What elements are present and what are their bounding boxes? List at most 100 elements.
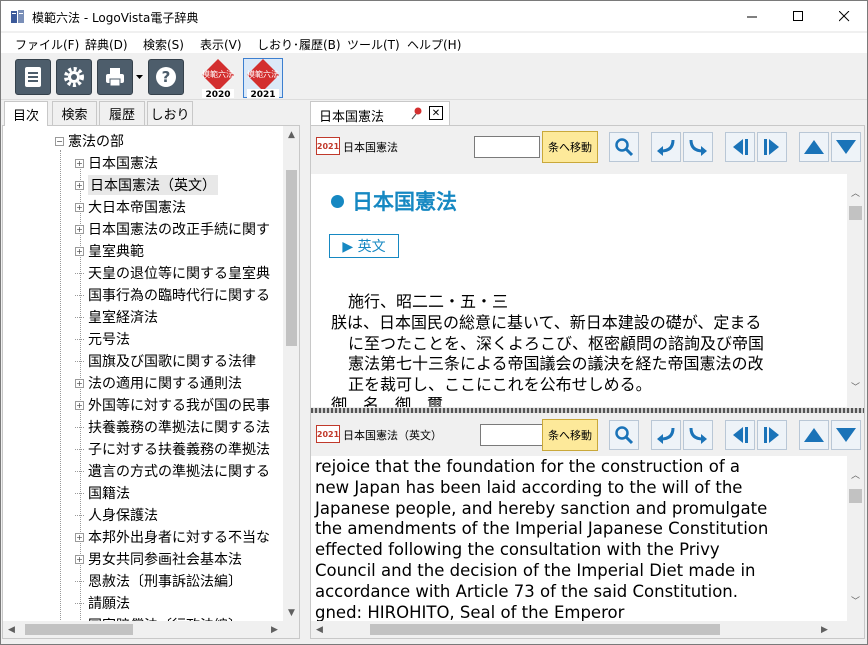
close-button[interactable] — [821, 1, 867, 31]
pane1-article-input[interactable] — [474, 136, 540, 158]
maximize-icon — [792, 10, 803, 21]
tree-item[interactable]: 扶養義務の準拠法に関する法 — [75, 416, 270, 438]
tree-item[interactable]: 子に対する扶養義務の準拠法 — [75, 438, 270, 460]
pane2-forward-button[interactable] — [683, 420, 713, 450]
maximize-button[interactable] — [775, 1, 821, 31]
scroll-thumb[interactable] — [849, 489, 862, 503]
pane2-vertical-scrollbar[interactable]: ︿ ﹀ — [847, 456, 864, 621]
tree-item[interactable]: + 法の適用に関する通則法 — [75, 372, 242, 394]
scroll-thumb[interactable] — [286, 170, 297, 346]
tree-item[interactable]: + 外国等に対する我が国の民事 — [75, 394, 270, 416]
tab-bookmarks[interactable]: しおり — [147, 101, 193, 125]
down-triangle-icon — [836, 428, 856, 442]
pane1-forward-button[interactable] — [683, 132, 713, 162]
pane1-up-button[interactable] — [799, 132, 829, 162]
expand-icon[interactable]: + — [75, 180, 84, 190]
pane-splitter[interactable] — [311, 408, 864, 413]
menu-view[interactable]: 表示(V) — [200, 36, 242, 53]
menu-file[interactable]: ファイル(F) — [15, 36, 79, 53]
minimize-button[interactable] — [729, 1, 775, 31]
tree-item[interactable]: + 大日本帝国憲法 — [75, 196, 186, 218]
expand-icon[interactable]: + — [75, 554, 84, 564]
tree-item[interactable]: 国籍法 — [75, 482, 130, 504]
pane2-prev-item-button[interactable] — [725, 420, 755, 450]
pane2-down-button[interactable] — [831, 420, 861, 450]
scroll-down-icon[interactable]: ▼ — [283, 604, 299, 621]
menu-dictionary[interactable]: 辞典(D) — [85, 36, 128, 53]
pane2-article-input[interactable] — [480, 424, 546, 446]
document-tab[interactable]: 日本国憲法 ✕ — [310, 101, 450, 126]
menu-help[interactable]: ヘルプ(H) — [407, 36, 461, 53]
tree-item[interactable]: + 日本国憲法の改正手続に関す — [75, 218, 270, 240]
tree-item[interactable]: + 日本国憲法（英文） — [75, 174, 218, 196]
print-dropdown-icon[interactable] — [136, 75, 143, 80]
pane1-vertical-scrollbar[interactable]: ︿ ﹀ — [847, 174, 864, 407]
expand-icon[interactable]: + — [75, 532, 84, 542]
collapse-icon[interactable]: − — [55, 136, 64, 146]
scroll-down-icon[interactable]: ﹀ — [847, 592, 864, 609]
expand-icon[interactable]: + — [75, 202, 84, 212]
tree-item[interactable]: 天皇の退位等に関する皇室典 — [75, 262, 270, 284]
pane1-next-item-button[interactable] — [757, 132, 787, 162]
scroll-left-icon[interactable]: ◀ — [3, 621, 20, 638]
tree-item[interactable]: 恩赦法〔刑事訴訟法編〕 — [75, 570, 242, 592]
pane1-down-button[interactable] — [831, 132, 861, 162]
scroll-right-icon[interactable]: ▶ — [816, 621, 833, 638]
contents-button[interactable] — [15, 59, 51, 95]
text-line: accordance with Article 73 of the said C… — [315, 582, 739, 601]
tab-search[interactable]: 検索 — [52, 101, 97, 125]
expand-icon[interactable]: + — [75, 400, 84, 410]
pane2-search-button[interactable] — [609, 420, 639, 450]
pane1-prev-item-button[interactable] — [725, 132, 755, 162]
scroll-thumb[interactable] — [849, 206, 862, 220]
scroll-up-icon[interactable]: ▲ — [283, 126, 299, 143]
scroll-thumb-horizontal[interactable] — [25, 624, 133, 635]
tree-item[interactable]: 請願法 — [75, 592, 130, 614]
expand-icon[interactable]: + — [75, 158, 84, 168]
book-2021-button[interactable]: 模範六法 2021 — [243, 58, 283, 98]
pane2-back-button[interactable] — [651, 420, 681, 450]
close-tab-icon[interactable]: ✕ — [429, 106, 443, 120]
pane2-jump-button[interactable]: 条へ移動 — [542, 419, 598, 451]
pane2-next-item-button[interactable] — [757, 420, 787, 450]
menu-search[interactable]: 検索(S) — [143, 36, 184, 53]
help-button[interactable]: ? — [148, 59, 184, 95]
tree-item[interactable]: 国旗及び国歌に関する法律 — [75, 350, 256, 372]
english-version-link[interactable]: ▶ 英文 — [329, 234, 399, 258]
expand-icon[interactable]: + — [75, 224, 84, 234]
book-2020-button[interactable]: 模範六法 2020 — [198, 58, 238, 98]
expand-icon[interactable]: + — [75, 246, 84, 256]
pane1-jump-button[interactable]: 条へ移動 — [542, 131, 598, 163]
tab-contents[interactable]: 目次 — [4, 101, 48, 126]
scroll-thumb-horizontal[interactable] — [370, 624, 720, 635]
tree-vertical-scrollbar[interactable]: ▲ ▼ — [283, 126, 299, 621]
settings-button[interactable] — [56, 59, 92, 95]
tree-root-node[interactable]: − 憲法の部 — [55, 130, 124, 152]
tree-item[interactable]: + 皇室典範 — [75, 240, 144, 262]
tree-item[interactable]: + 日本国憲法 — [75, 152, 158, 174]
tree-item[interactable]: 皇室経済法 — [75, 306, 158, 328]
scroll-up-icon[interactable]: ︿ — [847, 466, 864, 483]
tree-horizontal-scrollbar[interactable]: ◀ ▶ — [3, 621, 299, 638]
tree-item[interactable]: 人身保護法 — [75, 504, 158, 526]
pane2-horizontal-scrollbar[interactable]: ◀ ▶ — [311, 621, 847, 638]
minimize-icon — [746, 16, 757, 17]
tree-item[interactable]: + 男女共同参画社会基本法 — [75, 548, 242, 570]
pane1-search-button[interactable] — [609, 132, 639, 162]
expand-icon[interactable]: + — [75, 378, 84, 388]
pane2-up-button[interactable] — [799, 420, 829, 450]
tree-item[interactable]: + 本邦外出身者に対する不当な — [75, 526, 270, 548]
scroll-up-icon[interactable]: ︿ — [847, 184, 864, 201]
scroll-left-icon[interactable]: ◀ — [311, 621, 328, 638]
pin-icon[interactable] — [410, 107, 422, 120]
tree-item[interactable]: 国事行為の臨時代行に関する — [75, 284, 270, 306]
pane1-back-button[interactable] — [651, 132, 681, 162]
tab-history[interactable]: 履歴 — [99, 101, 145, 125]
menu-bookmarks-history[interactable]: しおり･履歴(B) — [257, 36, 341, 53]
tree-item[interactable]: 元号法 — [75, 328, 130, 350]
tree-item[interactable]: 遺言の方式の準拠法に関する — [75, 460, 270, 482]
scroll-right-icon[interactable]: ▶ — [266, 621, 283, 638]
menu-tools[interactable]: ツール(T) — [347, 36, 400, 53]
print-button[interactable] — [97, 59, 133, 95]
scroll-down-icon[interactable]: ﹀ — [847, 378, 864, 395]
